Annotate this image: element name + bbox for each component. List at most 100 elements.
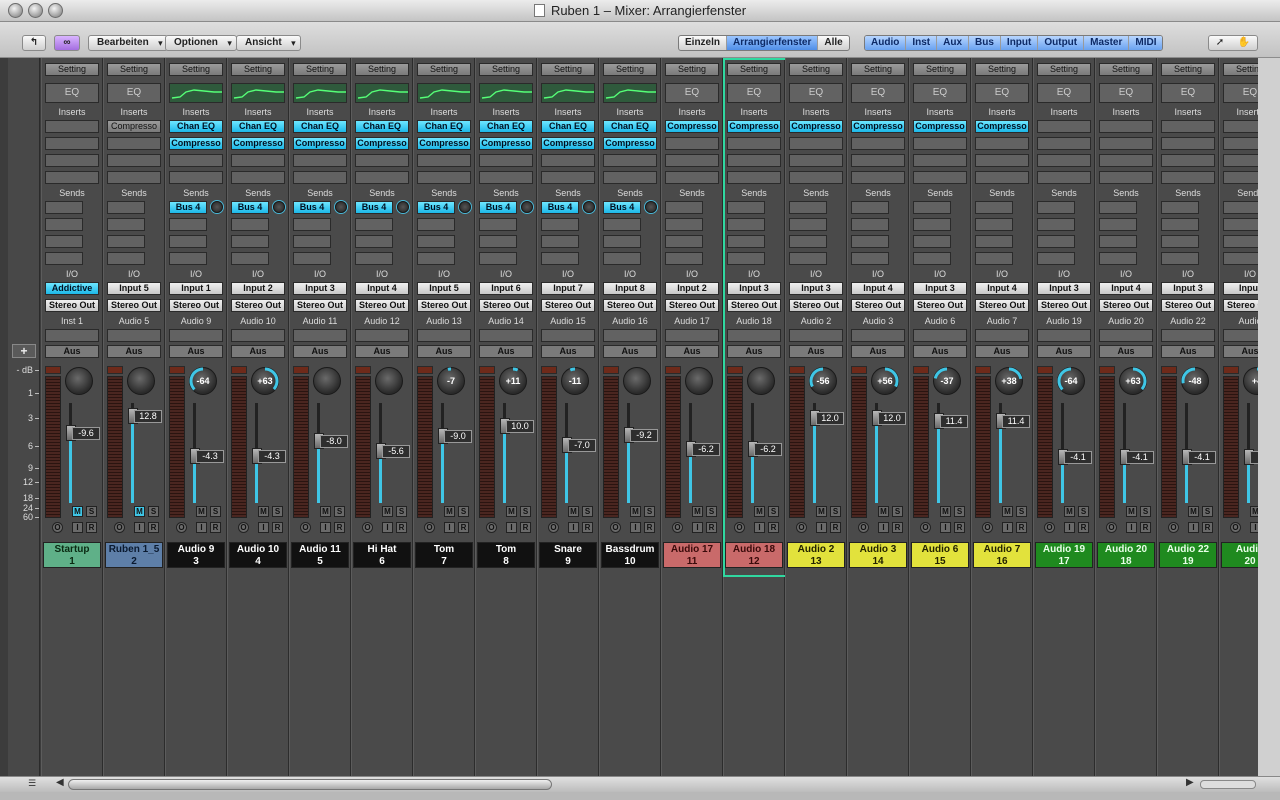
automation-mode-button[interactable]: Aus xyxy=(789,345,843,358)
insert-slot[interactable]: Compresso xyxy=(479,137,533,150)
insert-slot[interactable] xyxy=(169,171,223,184)
input-monitor-button[interactable]: I xyxy=(258,522,269,533)
input-monitor-button[interactable]: I xyxy=(134,522,145,533)
input-monitor-button[interactable]: I xyxy=(754,522,765,533)
input-slot[interactable]: Input 3 xyxy=(1161,282,1215,295)
insert-slot[interactable] xyxy=(1037,137,1091,150)
send-slot[interactable] xyxy=(665,252,703,265)
record-enable-button[interactable]: R xyxy=(892,522,903,533)
input-monitor-button[interactable]: I xyxy=(940,522,951,533)
channel-strip[interactable]: Setting EQ Inserts Compresso Sends I/O Input 4… xyxy=(971,58,1033,776)
bounce-button[interactable]: O xyxy=(1044,522,1055,533)
send-slot[interactable] xyxy=(1223,235,1258,248)
automation-mode-button[interactable]: Aus xyxy=(45,345,99,358)
clip-indicator[interactable] xyxy=(169,366,185,374)
send-slot[interactable] xyxy=(1099,218,1137,231)
bounce-button[interactable]: O xyxy=(362,522,373,533)
track-name[interactable]: Audio 22 19 xyxy=(1159,542,1217,568)
input-slot[interactable]: Input 3 xyxy=(789,282,843,295)
solo-button[interactable]: S xyxy=(768,506,779,517)
send-slot[interactable] xyxy=(603,235,641,248)
input-slot[interactable]: Input 3 xyxy=(727,282,781,295)
track-name[interactable]: Audio 11 5 xyxy=(291,542,349,568)
channel-strip[interactable]: Setting EQ Inserts Compresso Sends I/O Input 3… xyxy=(723,58,787,776)
solo-button[interactable]: S xyxy=(148,506,159,517)
send-slot[interactable] xyxy=(293,235,331,248)
track-name[interactable]: Hi Hat 6 xyxy=(353,542,411,568)
insert-slot[interactable] xyxy=(107,137,161,150)
mute-button[interactable]: M xyxy=(692,506,703,517)
eq-display[interactable] xyxy=(293,83,347,103)
eq-display[interactable] xyxy=(541,83,595,103)
send-slot[interactable] xyxy=(913,201,951,214)
setting-button[interactable]: Setting xyxy=(355,63,409,76)
pan-knob[interactable] xyxy=(65,367,93,395)
record-enable-button[interactable]: R xyxy=(954,522,965,533)
clip-indicator[interactable] xyxy=(665,366,681,374)
mute-button[interactable]: M xyxy=(506,506,517,517)
send-slot[interactable] xyxy=(417,218,455,231)
automation-mode-button[interactable]: Aus xyxy=(603,345,657,358)
insert-slot[interactable] xyxy=(1099,154,1153,167)
automation-mode-button[interactable]: Aus xyxy=(851,345,905,358)
automation-slot[interactable] xyxy=(417,329,471,342)
clip-indicator[interactable] xyxy=(293,366,309,374)
clip-indicator[interactable] xyxy=(541,366,557,374)
clip-indicator[interactable] xyxy=(1099,366,1115,374)
solo-button[interactable]: S xyxy=(582,506,593,517)
output-slot[interactable]: Stereo Out xyxy=(355,299,409,312)
automation-mode-button[interactable]: Aus xyxy=(913,345,967,358)
mute-button[interactable]: M xyxy=(320,506,331,517)
send-slot[interactable] xyxy=(1161,201,1199,214)
insert-slot[interactable] xyxy=(913,137,967,150)
input-slot[interactable]: Input 4 xyxy=(851,282,905,295)
automation-slot[interactable] xyxy=(107,329,161,342)
output-slot[interactable]: Stereo Out xyxy=(603,299,657,312)
send-slot[interactable] xyxy=(789,218,827,231)
setting-button[interactable]: Setting xyxy=(665,63,719,76)
solo-button[interactable]: S xyxy=(396,506,407,517)
input-slot[interactable]: Input 5 xyxy=(107,282,161,295)
clip-indicator[interactable] xyxy=(851,366,867,374)
input-monitor-button[interactable]: I xyxy=(1064,522,1075,533)
insert-slot[interactable] xyxy=(975,137,1029,150)
send-slot[interactable] xyxy=(1099,201,1137,214)
insert-slot[interactable] xyxy=(851,137,905,150)
insert-slot[interactable] xyxy=(1161,137,1215,150)
setting-button[interactable]: Setting xyxy=(975,63,1029,76)
send-slot[interactable]: Bus 4 xyxy=(603,201,641,214)
automation-mode-button[interactable]: Aus xyxy=(1099,345,1153,358)
mute-button[interactable]: M xyxy=(444,506,455,517)
track-name[interactable]: Audio 20 18 xyxy=(1097,542,1155,568)
insert-slot[interactable] xyxy=(1161,171,1215,184)
send-slot[interactable] xyxy=(231,235,269,248)
insert-slot[interactable]: Chan EQ xyxy=(479,120,533,133)
channel-strip[interactable]: Setting Inserts Chan EQ Compresso Sends Bus 4… xyxy=(289,58,351,776)
scroll-thumb[interactable] xyxy=(68,779,552,790)
insert-slot[interactable] xyxy=(541,154,595,167)
send-slot[interactable] xyxy=(727,235,765,248)
insert-slot[interactable] xyxy=(417,154,471,167)
channel-strip[interactable]: Setting Inserts Chan EQ Compresso Sends Bus 4… xyxy=(165,58,227,776)
clip-indicator[interactable] xyxy=(1223,366,1239,374)
insert-slot[interactable] xyxy=(789,154,843,167)
eq-display[interactable]: EQ xyxy=(1161,83,1215,103)
bounce-button[interactable]: O xyxy=(238,522,249,533)
send-slot[interactable] xyxy=(603,252,641,265)
filter-audio[interactable]: Audio xyxy=(865,36,907,50)
automation-mode-button[interactable]: Aus xyxy=(107,345,161,358)
record-enable-button[interactable]: R xyxy=(582,522,593,533)
insert-slot[interactable] xyxy=(169,154,223,167)
mute-button[interactable]: M xyxy=(72,506,83,517)
send-slot[interactable] xyxy=(1037,252,1075,265)
setting-button[interactable]: Setting xyxy=(479,63,533,76)
mute-button[interactable]: M xyxy=(568,506,579,517)
record-enable-button[interactable]: R xyxy=(86,522,97,533)
record-enable-button[interactable]: R xyxy=(706,522,717,533)
setting-button[interactable]: Setting xyxy=(727,63,781,76)
send-slot[interactable] xyxy=(417,252,455,265)
insert-slot[interactable] xyxy=(851,154,905,167)
clip-indicator[interactable] xyxy=(975,366,991,374)
pointer-tool-icon[interactable]: ➚ xyxy=(1216,36,1224,50)
input-slot[interactable]: Input 3 xyxy=(293,282,347,295)
